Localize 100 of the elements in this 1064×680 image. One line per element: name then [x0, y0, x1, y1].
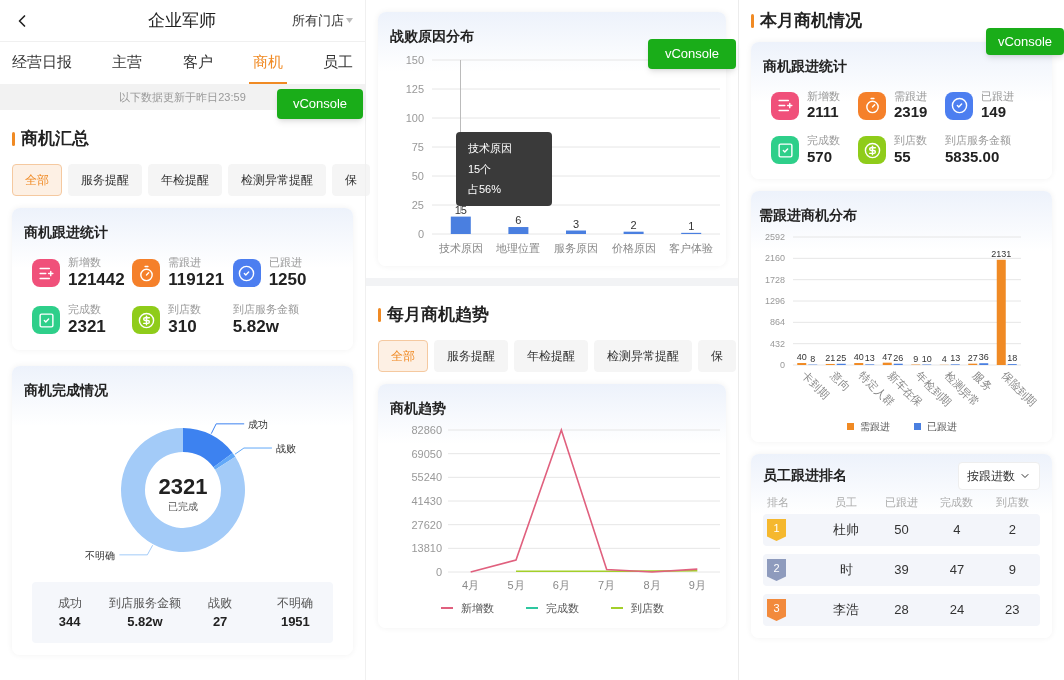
table-cell-text: 杜帅: [833, 521, 860, 540]
legend-label: 已跟进: [926, 419, 957, 434]
stat-label: 需跟进: [168, 255, 203, 270]
category-label: 客户体验: [669, 242, 714, 254]
stat-value: 149: [981, 103, 1008, 122]
stat-label: 到店服务金额: [945, 134, 1011, 148]
axis-label: 125: [405, 83, 424, 95]
filter-chip[interactable]: 服务提醒: [68, 163, 142, 196]
table-cell-text: 23: [1005, 601, 1020, 620]
bar: [508, 227, 529, 234]
data-label: 13: [950, 352, 961, 363]
total-value: 344: [58, 612, 81, 631]
data-label: 3: [572, 217, 580, 230]
axis-label: 2592: [764, 231, 785, 242]
axis-label: 1728: [764, 274, 785, 285]
slice-label: 不明确: [84, 549, 115, 561]
tab[interactable]: 员工: [319, 42, 357, 84]
card-title: 商机趋势: [390, 398, 446, 418]
leader-line: [233, 447, 272, 455]
axis-label: 2160: [764, 252, 785, 263]
slice-label: 成功: [247, 418, 268, 430]
table-cell-text: 李浩: [833, 601, 860, 620]
stat-label: 到店服务金额: [232, 302, 299, 317]
axis-label: 6月: [552, 578, 570, 591]
column-header: 到店数: [995, 494, 1029, 510]
category-label: 服务: [970, 368, 995, 393]
data-label: 25: [836, 352, 847, 363]
bar: [623, 231, 644, 234]
category-label: 价格原因: [611, 242, 656, 254]
stat-value: 119121: [168, 269, 225, 291]
filter-chip[interactable]: 年检提醒: [514, 339, 588, 372]
stat-value: 121442: [68, 269, 125, 291]
timer-icon: [858, 91, 886, 120]
tab[interactable]: 经营日报: [8, 42, 76, 84]
legend-label: 新增数: [460, 600, 494, 616]
category-label: 技术原因: [438, 242, 483, 254]
list-plus-icon: [32, 259, 60, 287]
list-plus-icon: [771, 91, 799, 120]
filter-chip[interactable]: 保: [332, 163, 370, 196]
rank-badge: 3: [767, 599, 786, 621]
total-value: 27: [212, 612, 228, 631]
data-label: 9: [913, 353, 919, 364]
axis-label: 41430: [411, 494, 442, 507]
sort-dropdown[interactable]: 按跟进数: [958, 461, 1040, 490]
category-label: 服务原因: [554, 242, 598, 254]
column-header: 员工: [835, 494, 858, 510]
axis-label: 50: [411, 170, 424, 182]
table-cell-text: 9: [1008, 561, 1016, 580]
axis-label: 27620: [411, 518, 442, 531]
center-label: 已完成: [167, 500, 198, 512]
update-notice: 以下数据更新于昨日23:59: [119, 89, 246, 105]
stat-label: 已跟进: [981, 89, 1014, 104]
filter-chip[interactable]: 年检提醒: [148, 163, 222, 196]
store-selector[interactable]: 所有门店: [292, 10, 353, 31]
card-title: 商机跟进统计: [763, 56, 847, 76]
section-title: 本月商机情况: [760, 10, 862, 32]
table-cell-text: 2: [1008, 521, 1016, 540]
filter-chip[interactable]: 服务提醒: [434, 339, 508, 372]
legend-label: 完成数: [545, 600, 579, 616]
stat-value: 5.82w: [232, 316, 280, 338]
total-value: 1951: [280, 612, 310, 631]
axis-label: 0: [417, 228, 424, 240]
stat-value: 2321: [68, 316, 106, 338]
data-label: 15: [454, 203, 467, 216]
coin-icon: [858, 136, 886, 165]
filter-chip[interactable]: 保: [698, 339, 736, 372]
stat-label: 完成数: [807, 134, 840, 148]
data-label: 21: [825, 352, 836, 363]
axis-label: 75: [411, 141, 424, 153]
table-cell-text: 28: [894, 601, 909, 620]
category-label: 意向: [828, 368, 853, 393]
axis-label: 0: [780, 359, 785, 370]
total-label: 不明确: [277, 594, 314, 612]
page-title: 企业军师: [148, 9, 216, 32]
leader-line: [210, 422, 245, 434]
coin-icon: [132, 306, 161, 334]
filter-chip[interactable]: 检测异常提醒: [228, 163, 326, 196]
tab[interactable]: 客户: [178, 42, 217, 84]
data-label: 36: [978, 351, 989, 362]
axis-label: 8月: [643, 578, 661, 591]
data-label: 40: [796, 351, 807, 362]
data-label: 1: [688, 219, 695, 232]
tab[interactable]: 主营: [108, 42, 147, 84]
stat-label: 已跟进: [268, 255, 303, 270]
stat-value: 570: [807, 147, 834, 167]
card-title: 商机跟进统计: [24, 222, 108, 242]
stat-value: 1250: [268, 269, 307, 291]
data-label: 47: [882, 351, 893, 362]
stat-value: 5835.00: [945, 147, 1001, 167]
axis-label: 55240: [411, 470, 442, 483]
total-label: 战败: [208, 594, 233, 612]
tooltip-text: 技术原因: [468, 141, 513, 156]
bar: [566, 230, 586, 234]
column-header: 完成数: [940, 494, 974, 510]
rank-badge: 1: [767, 519, 786, 541]
axis-label: 864: [769, 316, 785, 327]
stat-label: 完成数: [68, 302, 102, 317]
axis-label: 4月: [462, 578, 480, 591]
filter-chip[interactable]: 检测异常提醒: [594, 339, 692, 372]
table-cell-text: 时: [839, 561, 853, 580]
